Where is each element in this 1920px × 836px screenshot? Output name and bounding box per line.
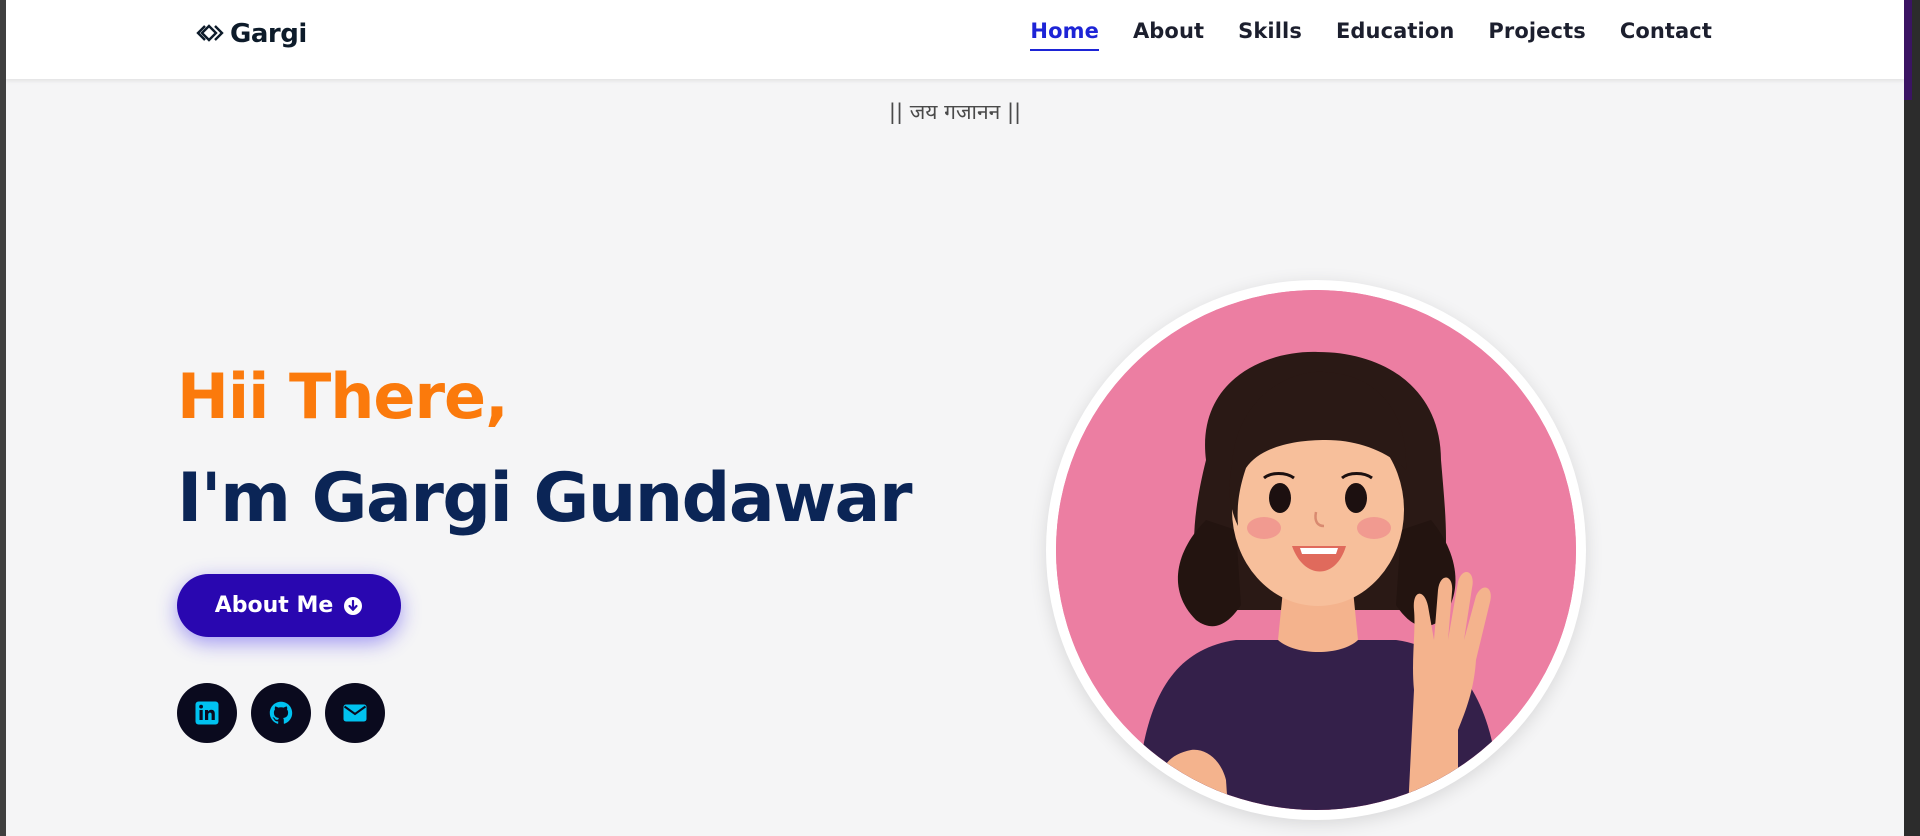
- brand-logo-link[interactable]: Gargi: [196, 18, 307, 50]
- arrow-circle-down-icon: [344, 596, 363, 615]
- tagline: || जय गजानन ||: [888, 100, 1022, 124]
- nav-about[interactable]: About: [1133, 19, 1204, 49]
- about-me-label: About Me: [214, 593, 334, 618]
- page: Gargi Home About Skills Education Projec…: [6, 0, 1904, 836]
- email-link[interactable]: [325, 683, 385, 743]
- girl-waving-illustration: [1056, 290, 1576, 810]
- linkedin-icon: [195, 701, 219, 725]
- nav-education[interactable]: Education: [1336, 19, 1454, 49]
- linkedin-link[interactable]: [177, 683, 237, 743]
- hero-greeting: Hii There,: [177, 360, 509, 433]
- hero-greeting-wrap: Hii There,: [177, 360, 509, 434]
- nav-skills[interactable]: Skills: [1238, 19, 1302, 49]
- envelope-icon: [343, 704, 367, 722]
- github-icon: [269, 701, 293, 724]
- nav-projects[interactable]: Projects: [1488, 19, 1585, 49]
- main-nav: Home About Skills Education Projects Con…: [1030, 19, 1712, 51]
- scrollbar-track[interactable]: [1904, 0, 1920, 836]
- avatar-frame: [1046, 280, 1586, 820]
- brand-name: Gargi: [230, 19, 307, 49]
- hero-name: I'm Gargi Gundawar: [177, 459, 912, 538]
- social-links: [177, 683, 385, 743]
- nav-contact[interactable]: Contact: [1620, 19, 1712, 49]
- about-me-button[interactable]: About Me: [177, 574, 401, 637]
- scrollbar-thumb[interactable]: [1904, 0, 1912, 100]
- diamond-code-icon: [196, 24, 224, 42]
- avatar: [1056, 290, 1576, 810]
- navbar: Gargi Home About Skills Education Projec…: [6, 0, 1904, 79]
- nav-home[interactable]: Home: [1030, 19, 1099, 51]
- github-link[interactable]: [251, 683, 311, 743]
